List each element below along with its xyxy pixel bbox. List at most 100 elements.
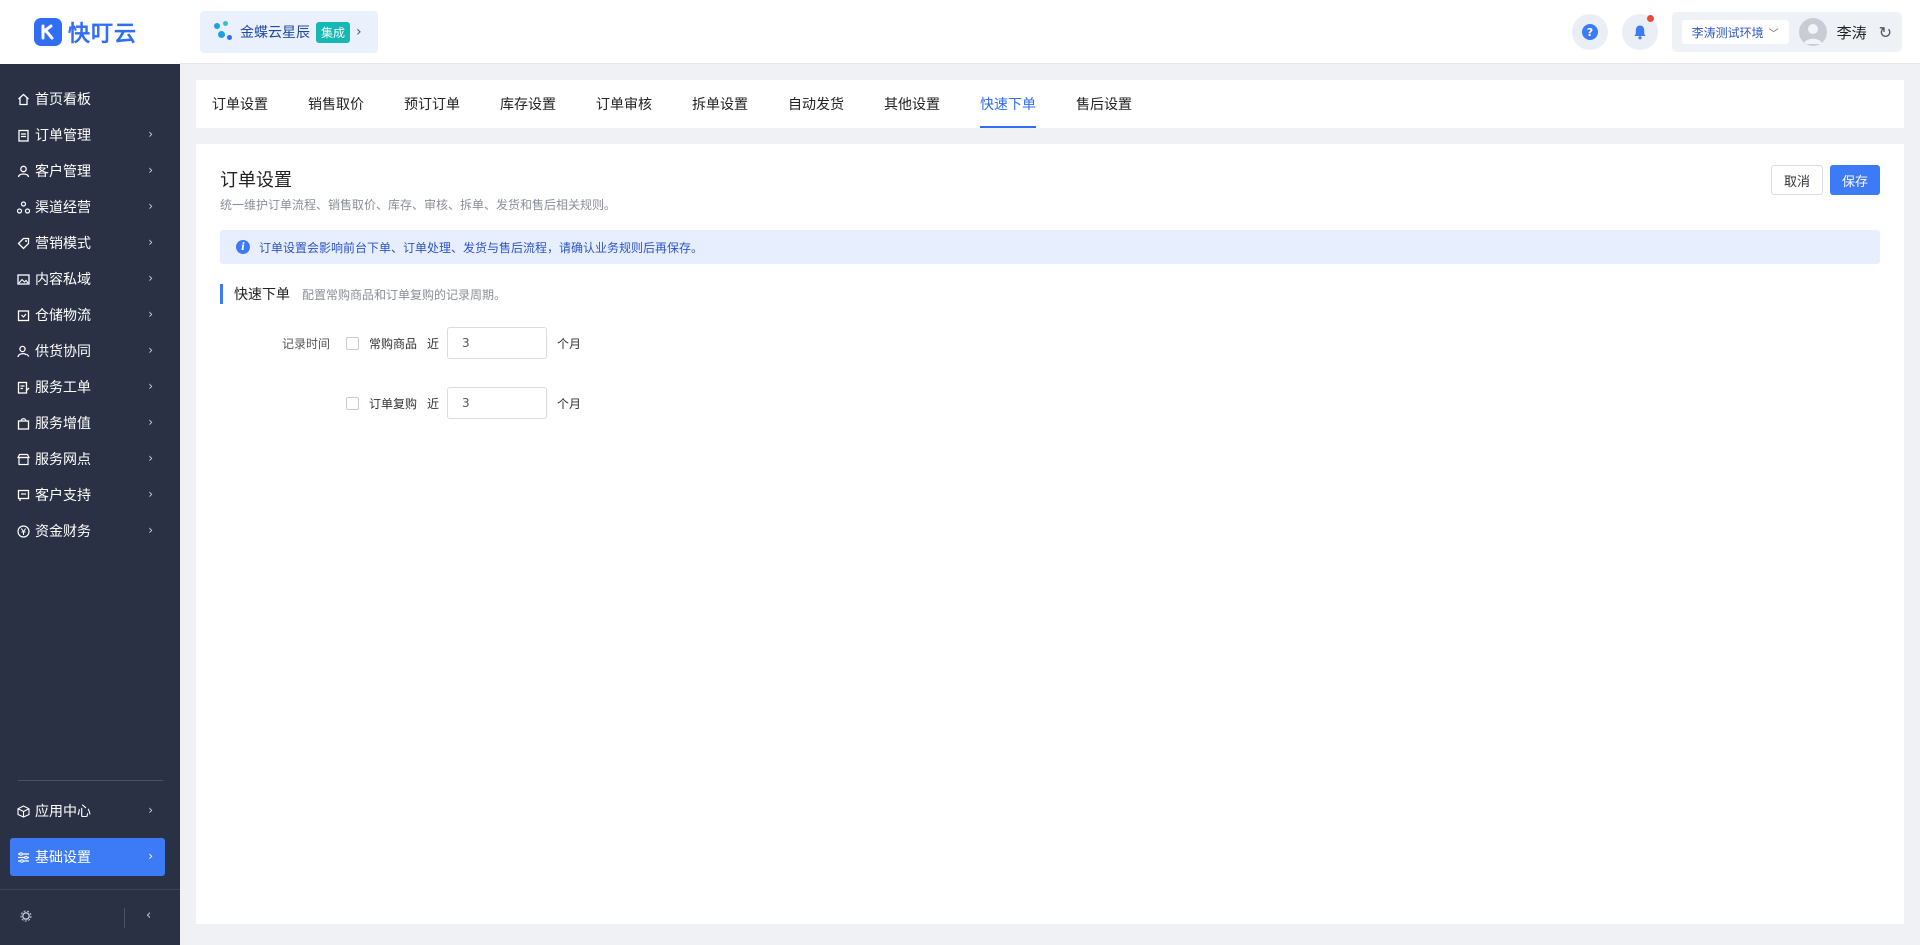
tab-label: 拆单设置	[692, 97, 748, 113]
sidebar-footer: ‹	[0, 889, 180, 945]
sidebar-item-supply[interactable]: 供货协同 ›	[10, 332, 165, 370]
chevron-right-icon: ›	[148, 523, 153, 537]
environment-select[interactable]: 李涛测试环境 ﹀	[1681, 20, 1789, 44]
ticket-icon	[16, 380, 30, 394]
tab-quick-order[interactable]: 快速下单	[980, 80, 1036, 128]
frequent-items-label[interactable]: 常购商品	[369, 335, 417, 352]
tab-inventory[interactable]: 库存设置	[500, 80, 556, 128]
sidebar-item-label: 服务增值	[35, 416, 91, 432]
sidebar-item-label: 应用中心	[35, 804, 91, 820]
user-icon	[16, 164, 30, 178]
sidebar-item-customers[interactable]: 客户管理 ›	[10, 152, 165, 190]
frequent-items-months-input[interactable]	[447, 327, 548, 359]
chevron-right-icon: ›	[148, 415, 153, 429]
sidebar-item-label: 仓储物流	[35, 308, 91, 324]
sidebar-item-label: 渠道经营	[35, 200, 91, 216]
chevron-right-icon: ›	[148, 379, 153, 393]
near-label: 近	[427, 396, 440, 411]
info-notice: i 订单设置会影响前台下单、订单处理、发货与售后流程，请确认业务规则后再保存。	[220, 230, 1880, 264]
repurchase-months-input[interactable]	[447, 387, 548, 419]
info-icon: i	[236, 240, 250, 254]
sidebar-item-basic-settings[interactable]: 基础设置 ›	[10, 838, 165, 876]
settings-sliders-icon	[16, 850, 30, 864]
page-title: 订单设置	[220, 170, 292, 191]
tab-other-settings[interactable]: 其他设置	[884, 80, 940, 128]
avatar[interactable]	[1798, 18, 1827, 46]
months-unit: 个月	[557, 396, 582, 411]
logo[interactable]: 快叮云	[0, 0, 180, 64]
sidebar-item-value-added[interactable]: 服务增值 ›	[10, 404, 165, 442]
tab-label: 自动发货	[788, 97, 844, 113]
sidebar-item-label: 供货协同	[35, 344, 91, 360]
tab-order-settings[interactable]: 订单设置	[212, 80, 268, 128]
sidebar-item-support[interactable]: 客户支持 ›	[10, 476, 165, 514]
repurchase-label[interactable]: 订单复购	[369, 395, 417, 412]
repurchase-checkbox[interactable]	[346, 396, 359, 410]
form-row-frequent-items: 记录时间 常购商品 近 个月	[220, 326, 581, 360]
chevron-right-icon: ›	[148, 487, 153, 501]
sidebar-item-marketing[interactable]: 营销模式 ›	[10, 224, 165, 262]
sidebar-item-label: 基础设置	[35, 850, 91, 866]
top-bar: 快叮云 金蝶云星辰 集成 › ? 李涛测试环境 ﹀ 李涛 ↻	[0, 0, 1920, 64]
sidebar-item-finance[interactable]: 资金财务 ›	[10, 512, 165, 550]
brand-name: 快叮云	[68, 22, 138, 47]
chevron-right-icon: ›	[148, 803, 153, 817]
tag-icon	[16, 236, 30, 250]
sidebar-item-label: 服务网点	[35, 452, 91, 468]
tab-after-sales[interactable]: 售后设置	[1076, 80, 1132, 128]
app-logo-icon	[214, 21, 234, 43]
chevron-right-icon: ›	[148, 199, 153, 213]
refresh-icon[interactable]: ↻	[1879, 23, 1892, 42]
frequent-items-checkbox[interactable]	[346, 336, 359, 350]
sidebar-divider	[18, 780, 163, 781]
sidebar-item-label: 营销模式	[35, 236, 91, 252]
sidebar-item-orders[interactable]: 订单管理 ›	[10, 116, 165, 154]
sidebar-item-app-center[interactable]: 应用中心 ›	[10, 792, 165, 830]
notification-dot	[1646, 15, 1654, 22]
tab-label: 快速下单	[980, 97, 1036, 113]
tab-pre-orders[interactable]: 预订订单	[404, 80, 460, 128]
help-button[interactable]: ?	[1571, 14, 1608, 50]
sidebar-item-warehouse[interactable]: 仓储物流 ›	[10, 296, 165, 334]
user-name[interactable]: 李涛	[1837, 22, 1867, 43]
notice-text: 订单设置会影响前台下单、订单处理、发货与售后流程，请确认业务规则后再保存。	[259, 240, 704, 255]
tab-sales-pricing[interactable]: 销售取价	[308, 80, 364, 128]
near-label: 近	[427, 336, 440, 351]
sidebar-item-label: 服务工单	[35, 380, 91, 396]
tab-order-review[interactable]: 订单审核	[596, 80, 652, 128]
collapse-sidebar-icon[interactable]: ‹	[146, 908, 151, 923]
svg-text:?: ?	[1586, 26, 1592, 39]
sidebar-item-dashboard[interactable]: 首页看板	[10, 80, 165, 118]
tab-label: 销售取价	[308, 97, 364, 113]
record-time-label: 记录时间	[281, 336, 330, 351]
section-header: 快速下单 配置常购商品和订单复购的记录周期。	[220, 284, 506, 304]
tab-label: 订单审核	[596, 97, 652, 113]
sidebar-item-label: 资金财务	[35, 524, 91, 540]
chevron-down-icon: ﹀	[1768, 28, 1779, 40]
save-button[interactable]: 保存	[1830, 165, 1880, 195]
tab-auto-ship[interactable]: 自动发货	[788, 80, 844, 128]
sidebar-item-service-orders[interactable]: 服务工单 ›	[10, 368, 165, 406]
sidebar-item-service-points[interactable]: 服务网点 ›	[10, 440, 165, 478]
app-switcher[interactable]: 金蝶云星辰 集成 ›	[200, 11, 378, 53]
notifications-button[interactable]	[1621, 14, 1658, 50]
sidebar-item-label: 客户管理	[35, 164, 91, 180]
settings-tabs: 订单设置 销售取价 预订订单 库存设置 订单审核 拆单设置 自动发货 其他设置 …	[196, 80, 1904, 128]
tab-label: 订单设置	[212, 97, 268, 113]
integration-badge: 集成	[316, 21, 351, 43]
home-icon	[16, 92, 30, 106]
bell-icon	[1633, 25, 1646, 40]
tab-split-order[interactable]: 拆单设置	[692, 80, 748, 128]
yen-icon	[16, 524, 30, 538]
sidebar-item-label: 首页看板	[35, 92, 91, 108]
chevron-right-icon: ›	[148, 163, 153, 177]
sidebar-item-label: 客户支持	[35, 488, 91, 504]
gear-icon[interactable]	[20, 910, 32, 926]
channel-icon	[16, 200, 30, 214]
chevron-right-icon: ›	[148, 271, 153, 285]
chevron-right-icon: ›	[148, 343, 153, 357]
sidebar-item-content[interactable]: 内容私域 ›	[10, 260, 165, 298]
cancel-button[interactable]: 取消	[1771, 165, 1823, 195]
user-link-icon	[16, 344, 30, 358]
sidebar-item-channels[interactable]: 渠道经营 ›	[10, 188, 165, 226]
